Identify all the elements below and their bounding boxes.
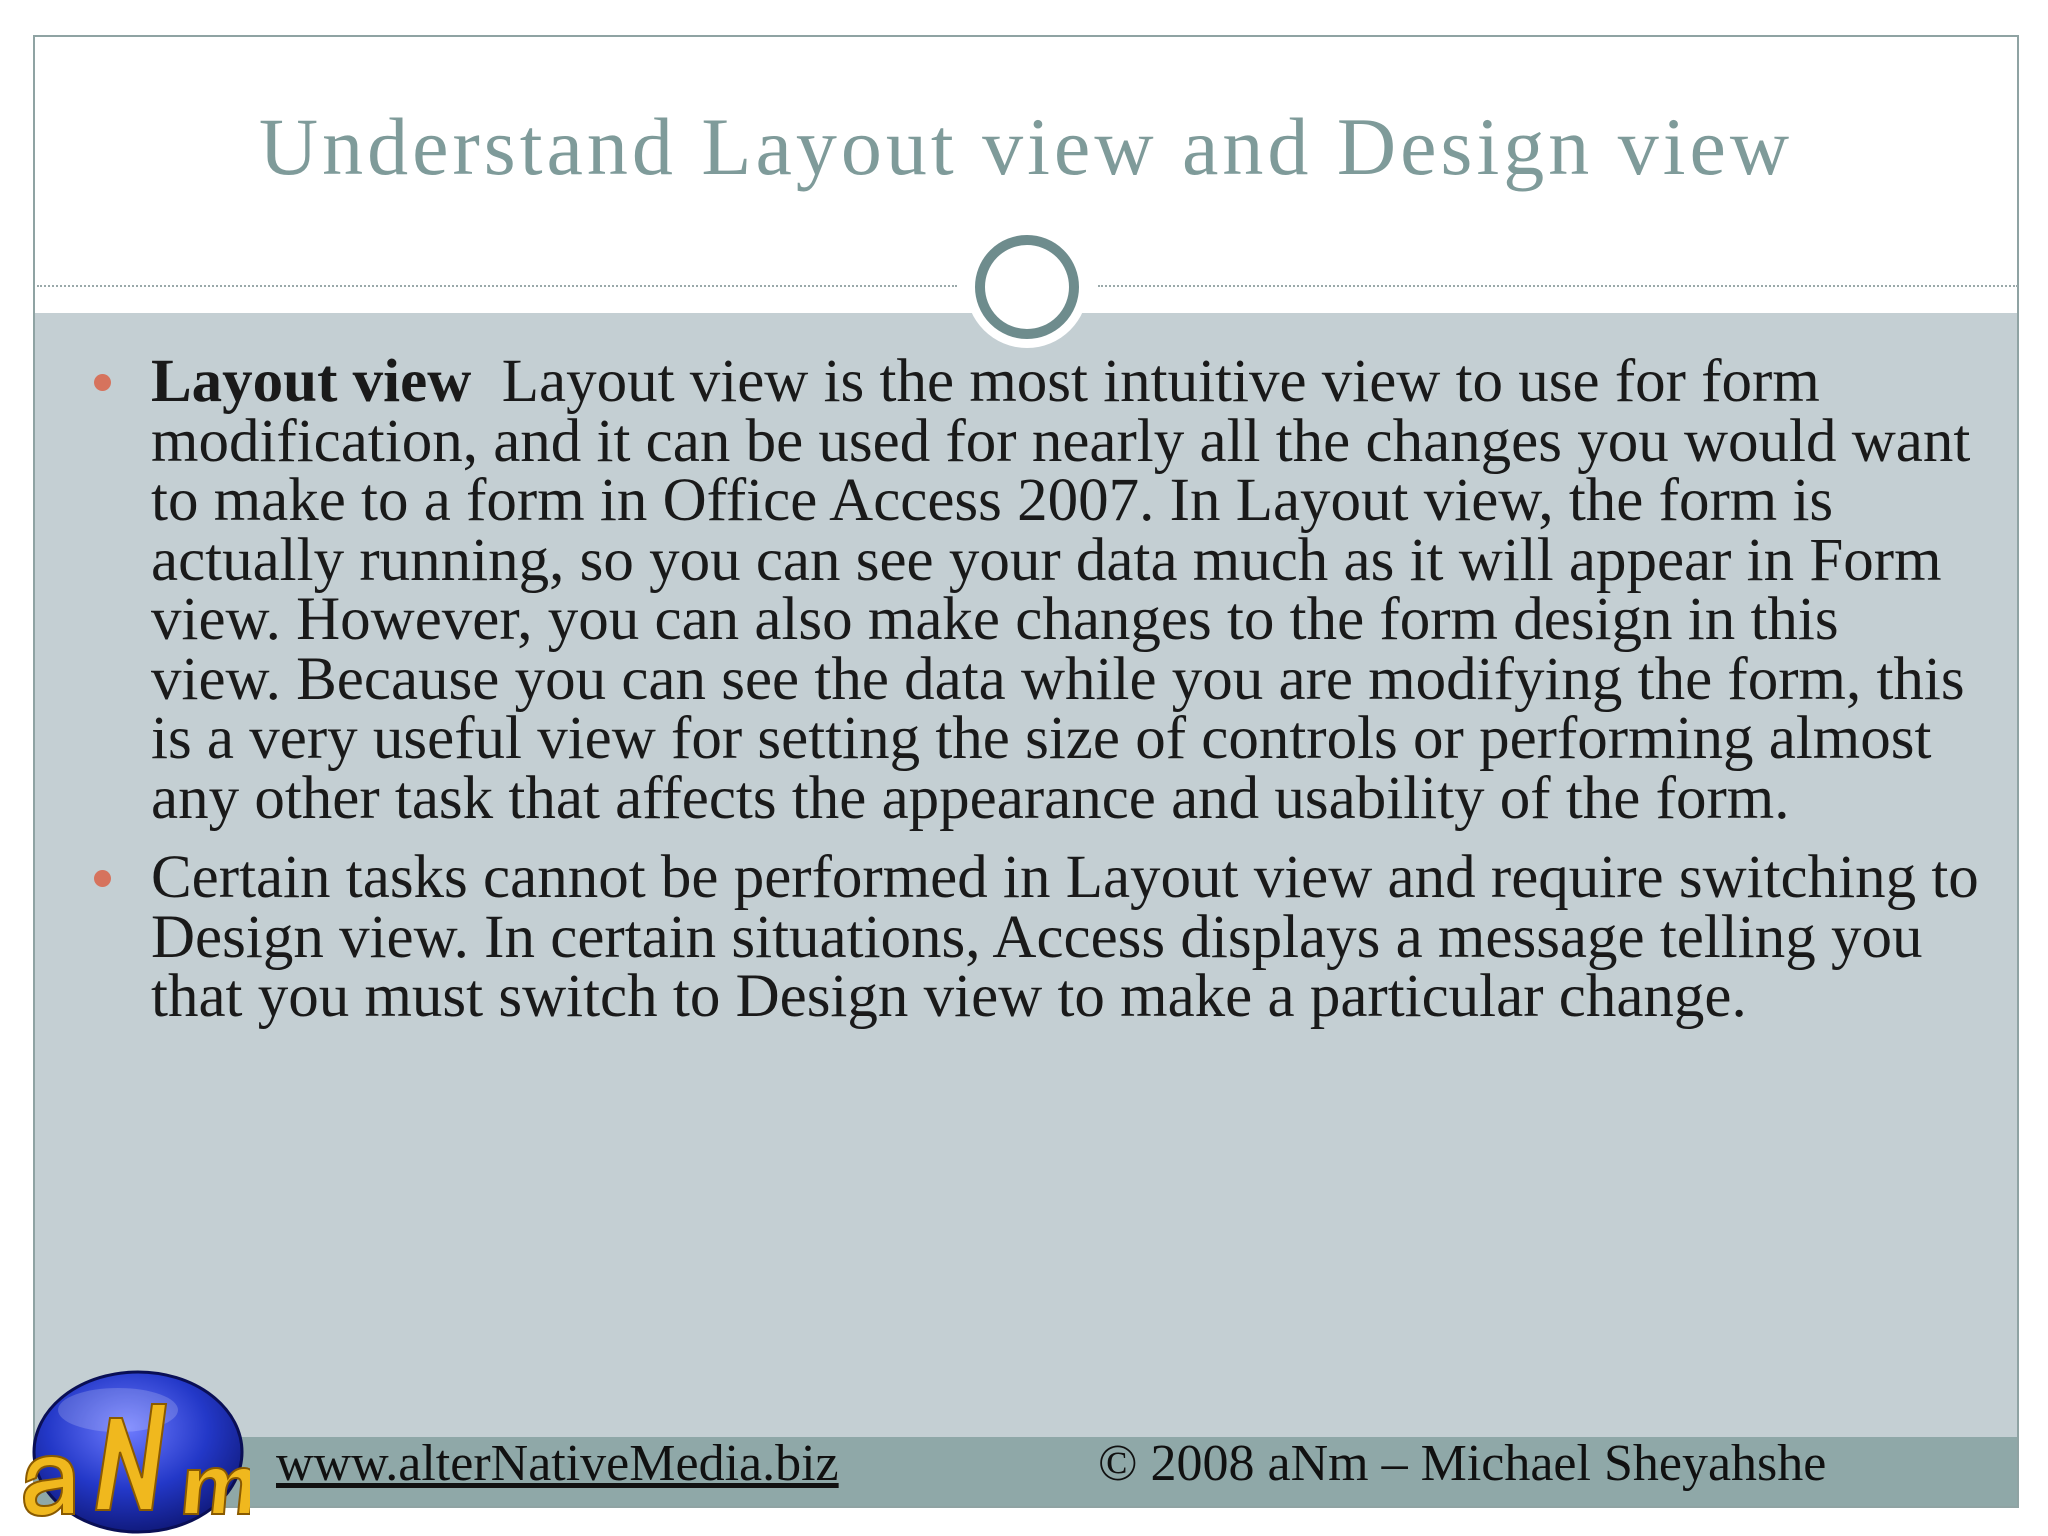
slide-title: Understand Layout view and Design view <box>258 101 1794 192</box>
bullet-text: Layout view is the most intuitive view t… <box>151 348 1971 832</box>
logo-text: aNm <box>18 1360 20 1361</box>
bullet-list: Layout view Layout view is the most intu… <box>90 351 1980 1047</box>
bullet-item-layout-view: Layout view Layout view is the most intu… <box>90 351 1980 828</box>
copyright-text: © 2008 aNm – Michael Sheyahshe <box>1098 1435 1827 1492</box>
circle-ornament-icon <box>975 235 1079 339</box>
bullet-dot-icon <box>94 374 111 391</box>
bullet-text: Certain tasks cannot be performed in Lay… <box>151 844 1979 1030</box>
anm-logo-icon: aNm <box>18 1360 250 1534</box>
title-divider-left <box>37 285 957 287</box>
bullet-term: Layout view <box>151 348 472 415</box>
bullet-item-design-view: Certain tasks cannot be performed in Lay… <box>90 847 1980 1027</box>
title-divider-right <box>1098 285 2018 287</box>
bullet-dot-icon <box>94 870 111 887</box>
website-link[interactable]: www.alterNativeMedia.biz <box>276 1434 839 1493</box>
slide: Understand Layout view and Design view L… <box>0 0 2048 1536</box>
